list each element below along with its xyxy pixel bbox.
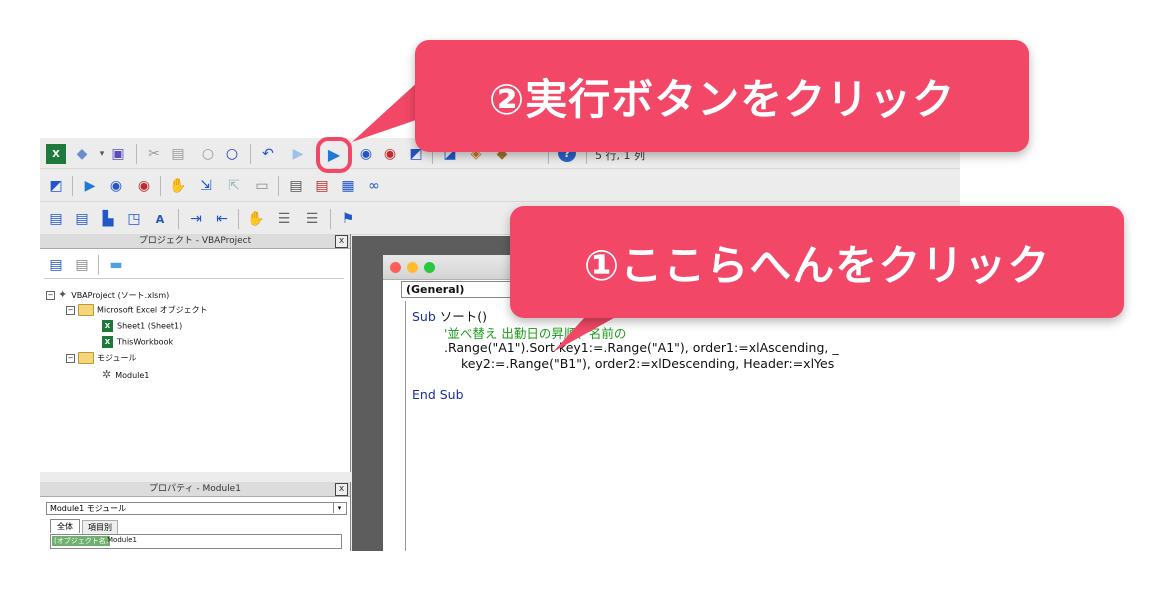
parameter-info-icon[interactable]: ◳ xyxy=(124,209,144,229)
tree-item-label: Sheet1 (Sheet1) xyxy=(117,321,183,331)
watch-window-icon[interactable]: ▦ xyxy=(338,176,358,196)
list-properties-icon[interactable]: ▤ xyxy=(46,209,66,229)
pause-icon[interactable]: ◉ xyxy=(106,176,126,196)
close-button[interactable]: x xyxy=(335,235,348,248)
project-explorer-panel: プロジェクト - VBAProject x ▤ ▤ ▬ − ✦ VBAProject… xyxy=(40,234,351,472)
separator xyxy=(98,255,99,275)
tree-item-label: VBAProject (ソート.xlsm) xyxy=(71,291,170,300)
vbe-window: X ◆ ▾ ▣ ✂ ▤ ○ ○ ↶ ▶ ▶ ◉ ◉ ◩ ◪ ◈ ◆ ? 5 行,… xyxy=(40,138,960,551)
folder-icon xyxy=(78,352,94,364)
object-select[interactable]: Module1 モジュール ▾ xyxy=(46,502,347,515)
collapse-icon[interactable]: − xyxy=(66,353,75,363)
separator xyxy=(178,209,179,229)
tree-item-module1[interactable]: ✲ Module1 xyxy=(102,368,149,381)
worksheet-icon: X xyxy=(102,320,113,332)
separator xyxy=(250,144,251,164)
tree-item-label: モジュール xyxy=(97,353,137,363)
tree-item-thisworkbook[interactable]: X ThisWorkbook xyxy=(102,336,173,348)
cut-icon[interactable]: ✂ xyxy=(144,144,164,164)
indent-icon[interactable]: ⇥ xyxy=(186,209,206,229)
collapse-icon[interactable]: − xyxy=(46,291,55,300)
separator xyxy=(278,176,279,196)
list-constants-icon[interactable]: ▤ xyxy=(72,209,92,229)
code-text: ソート() xyxy=(435,309,488,324)
view-object-icon[interactable]: ▤ xyxy=(72,255,92,275)
vba-project-icon: ✦ xyxy=(58,288,68,301)
project-view-toolbar: ▤ ▤ ▬ xyxy=(44,252,344,279)
immediate-window-icon[interactable]: ▤ xyxy=(312,176,332,196)
complete-word-icon[interactable]: A xyxy=(150,209,170,229)
tree-item-sheet1[interactable]: X Sheet1 (Sheet1) xyxy=(102,320,182,332)
find-disabled-icon[interactable]: ○ xyxy=(198,144,218,164)
toggle-folders-icon[interactable]: ▬ xyxy=(106,255,126,275)
comment-block-icon[interactable]: ☰ xyxy=(274,209,294,229)
step-over-icon[interactable]: ⇱ xyxy=(224,176,244,196)
code-line-end-sub[interactable]: End Sub xyxy=(412,387,464,402)
undo-icon[interactable]: ↶ xyxy=(258,144,278,164)
folder-icon xyxy=(78,304,94,316)
separator xyxy=(72,176,73,196)
module-icon: ✲ xyxy=(102,368,112,381)
property-grid: (オブジェクト名) Module1 xyxy=(50,534,342,549)
stop-icon[interactable]: ◉ xyxy=(134,176,154,196)
excel-icon[interactable]: X xyxy=(46,144,66,164)
run-disabled-icon[interactable]: ▶ xyxy=(288,144,308,164)
close-button[interactable]: x xyxy=(335,483,348,496)
outdent-icon[interactable]: ⇤ xyxy=(212,209,232,229)
separator xyxy=(160,176,161,196)
locals-window-icon[interactable]: ▤ xyxy=(286,176,306,196)
project-explorer-title: プロジェクト - VBAProject x xyxy=(40,234,350,249)
callout-click-here: ①ここらへんをクリック xyxy=(510,206,1124,318)
code-margin xyxy=(405,301,406,551)
find-icon[interactable]: ○ xyxy=(222,144,242,164)
zoom-window-icon[interactable] xyxy=(424,262,435,273)
view-code-icon[interactable]: ▤ xyxy=(46,255,66,275)
tree-item-excel-objects[interactable]: − Microsoft Excel オブジェクト xyxy=(66,304,208,316)
close-window-icon[interactable] xyxy=(390,262,401,273)
object-select-value: Module1 モジュール xyxy=(50,504,127,513)
tab-category[interactable]: 項目別 xyxy=(82,520,118,535)
step-out-icon[interactable]: ▭ xyxy=(252,176,272,196)
collapse-icon[interactable]: − xyxy=(66,305,75,315)
keyword: Sub xyxy=(412,309,436,324)
chevron-down-icon[interactable]: ▾ xyxy=(333,503,345,513)
quick-watch-icon[interactable]: ∞ xyxy=(364,176,384,196)
uncomment-block-icon[interactable]: ☰ xyxy=(302,209,322,229)
insert-object-icon[interactable]: ◆ xyxy=(72,144,92,164)
tree-item-label: Module1 xyxy=(115,371,150,380)
toggle-breakpoint-icon[interactable]: ✋ xyxy=(246,209,266,229)
toggle-breakpoint-icon[interactable]: ✋ xyxy=(168,176,188,196)
properties-panel: プロパティ - Module1 x Module1 モジュール ▾ 全体 項目別… xyxy=(40,482,351,551)
property-value[interactable]: Module1 xyxy=(107,536,137,544)
callout-run-button: ②実行ボタンをクリック xyxy=(415,40,1029,152)
tree-item-label: ThisWorkbook xyxy=(117,337,174,347)
save-icon[interactable]: ▣ xyxy=(108,144,128,164)
bookmark-icon[interactable]: ⚑ xyxy=(338,209,358,229)
step-into-icon[interactable]: ⇲ xyxy=(196,176,216,196)
properties-title-text: プロパティ - Module1 xyxy=(149,484,241,494)
quick-info-icon[interactable]: ▙ xyxy=(98,209,118,229)
workbook-icon: X xyxy=(102,336,113,348)
tree-item-modules[interactable]: − モジュール xyxy=(66,352,136,364)
project-explorer-title-text: プロジェクト - VBAProject xyxy=(138,236,252,246)
separator xyxy=(238,209,239,229)
minimize-window-icon[interactable] xyxy=(407,262,418,273)
tree-item-project[interactable]: − ✦ VBAProject (ソート.xlsm) xyxy=(46,288,169,301)
paste-icon[interactable]: ▤ xyxy=(168,144,188,164)
separator xyxy=(330,209,331,229)
separator xyxy=(136,144,137,164)
properties-title: プロパティ - Module1 x xyxy=(40,482,350,497)
property-name: (オブジェクト名) xyxy=(52,536,111,546)
tab-all[interactable]: 全体 xyxy=(50,519,80,533)
tree-item-label: Microsoft Excel オブジェクト xyxy=(97,305,208,315)
run-icon[interactable]: ▶ xyxy=(80,176,100,196)
run-button-highlight-ring xyxy=(316,137,352,173)
design-mode-icon[interactable]: ◩ xyxy=(46,176,66,196)
debug-toolbar: ◩ ▶ ◉ ◉ ✋ ⇲ ⇱ ▭ ▤ ▤ ▦ ∞ xyxy=(40,171,960,202)
